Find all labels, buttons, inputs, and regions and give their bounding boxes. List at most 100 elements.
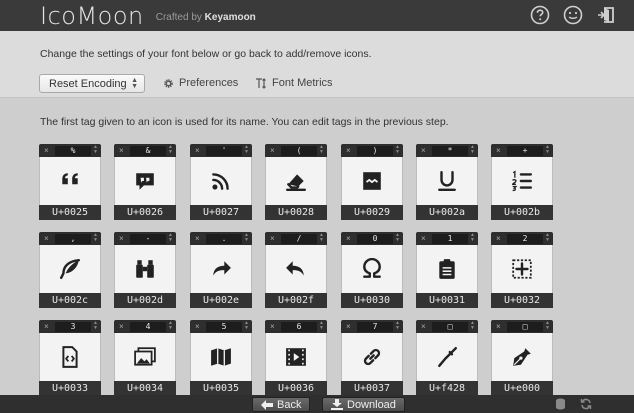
tag-spinner-icon[interactable]: ▲ ▼ [319, 321, 324, 331]
glyph-cell[interactable]: × 2 ▲ ▼ U+0032 [491, 232, 553, 308]
remove-tag-icon[interactable]: × [270, 320, 275, 333]
glyph-code[interactable]: U+e000 [491, 381, 553, 396]
glyph-preview[interactable] [265, 333, 327, 381]
remove-tag-icon[interactable]: × [44, 232, 49, 245]
preferences-link[interactable]: Preferences [163, 77, 238, 89]
tag-spinner-icon[interactable]: ▲ ▼ [93, 233, 98, 243]
tag-spinner-icon[interactable]: ▲ ▼ [168, 233, 173, 243]
glyph-cell[interactable]: × & ▲ ▼ U+0026 [114, 144, 176, 220]
glyph-cell[interactable]: × 4 ▲ ▼ U+0034 [114, 320, 176, 396]
glyph-code[interactable]: U+002b [491, 205, 553, 220]
glyph-cell[interactable]: × 7 ▲ ▼ U+0037 [341, 320, 403, 396]
glyph-tag-input[interactable]: & [130, 146, 166, 156]
smiley-icon[interactable] [563, 5, 583, 25]
glyph-tag-input[interactable]: . [206, 234, 242, 244]
glyph-cell[interactable]: × □ ▲ ▼ U+f428 [416, 320, 478, 396]
glyph-tag-input[interactable]: ( [281, 146, 317, 156]
glyph-code[interactable]: U+0027 [190, 205, 252, 220]
glyph-preview[interactable] [416, 245, 478, 293]
glyph-tag-input[interactable]: 2 [507, 234, 543, 244]
glyph-cell[interactable]: ×% ▲ ▼ U+0025 [39, 144, 101, 220]
glyph-preview[interactable] [491, 333, 553, 381]
tag-spinner-icon[interactable]: ▲ ▼ [93, 321, 98, 331]
glyph-cell[interactable]: × - ▲ ▼ U+002d [114, 232, 176, 308]
glyph-cell[interactable]: ×, ▲ ▼ U+002c [39, 232, 101, 308]
glyph-tag-input[interactable]: 3 [55, 322, 91, 332]
logout-icon[interactable] [596, 5, 616, 25]
glyph-tag-input[interactable]: - [130, 234, 166, 244]
remove-tag-icon[interactable]: × [421, 232, 426, 245]
glyph-code[interactable]: U+002c [39, 293, 101, 308]
glyph-cell[interactable]: × 6 ▲ ▼ U+0036 [265, 320, 327, 396]
tag-spinner-icon[interactable]: ▲ ▼ [545, 321, 550, 331]
glyph-preview[interactable] [341, 245, 403, 293]
glyph-tag-input[interactable]: * [432, 146, 468, 156]
glyph-code[interactable]: U+0033 [39, 381, 101, 396]
tag-spinner-icon[interactable]: ▲ ▼ [319, 233, 324, 243]
glyph-tag-input[interactable]: 1 [432, 234, 468, 244]
remove-tag-icon[interactable]: × [346, 144, 351, 157]
font-metrics-link[interactable]: Font Metrics [255, 77, 333, 89]
encoding-select[interactable]: Reset Encoding ▲ ▼ [39, 74, 145, 93]
glyph-cell[interactable]: ×) ▲ ▼ U+0029 [341, 144, 403, 220]
glyph-cell[interactable]: × 5 ▲ ▼ U+0035 [190, 320, 252, 396]
glyph-preview[interactable] [491, 245, 553, 293]
glyph-code[interactable]: U+0030 [341, 293, 403, 308]
remove-tag-icon[interactable]: × [119, 144, 124, 157]
glyph-preview[interactable] [265, 157, 327, 205]
database-icon[interactable] [555, 398, 566, 410]
glyph-tag-input[interactable]: □ [432, 322, 468, 332]
glyph-cell[interactable]: × (▲ ▼ U+0028 [265, 144, 327, 220]
glyph-cell[interactable]: ×. ▲ ▼ U+002e [190, 232, 252, 308]
glyph-preview[interactable] [190, 333, 252, 381]
glyph-preview[interactable] [39, 245, 101, 293]
glyph-tag-input[interactable]: 0 [357, 234, 393, 244]
glyph-code[interactable]: U+0031 [416, 293, 478, 308]
glyph-preview[interactable] [190, 245, 252, 293]
glyph-cell[interactable]: × 3 ▲ ▼ U+0033 [39, 320, 101, 396]
glyph-tag-input[interactable]: 7 [357, 322, 393, 332]
tag-spinner-icon[interactable]: ▲ ▼ [168, 321, 173, 331]
remove-tag-icon[interactable]: × [44, 144, 49, 157]
glyph-tag-input[interactable]: / [281, 234, 317, 244]
remove-tag-icon[interactable]: × [496, 232, 501, 245]
glyph-cell[interactable]: × 1 ▲ ▼ U+0031 [416, 232, 478, 308]
tag-spinner-icon[interactable]: ▲ ▼ [470, 233, 475, 243]
glyph-preview[interactable] [190, 157, 252, 205]
help-icon[interactable] [530, 5, 550, 25]
crafted-author-link[interactable]: Keyamoon [205, 12, 256, 23]
remove-tag-icon[interactable]: × [496, 320, 501, 333]
glyph-code[interactable]: U+f428 [416, 381, 478, 396]
tag-spinner-icon[interactable]: ▲ ▼ [168, 145, 173, 155]
tag-spinner-icon[interactable]: ▲ ▼ [470, 321, 475, 331]
tag-spinner-icon[interactable]: ▲ ▼ [244, 233, 249, 243]
glyph-cell[interactable]: × 0 ▲ ▼ U+0030 [341, 232, 403, 308]
glyph-code[interactable]: U+0034 [114, 381, 176, 396]
glyph-code[interactable]: U+0032 [491, 293, 553, 308]
remove-tag-icon[interactable]: × [346, 232, 351, 245]
remove-tag-icon[interactable]: × [119, 320, 124, 333]
remove-tag-icon[interactable]: × [195, 232, 200, 245]
glyph-cell[interactable]: × * ▲ ▼ U+002a [416, 144, 478, 220]
remove-tag-icon[interactable]: × [270, 144, 275, 157]
remove-tag-icon[interactable]: × [421, 144, 426, 157]
glyph-code[interactable]: U+0035 [190, 381, 252, 396]
remove-tag-icon[interactable]: × [44, 320, 49, 333]
tag-spinner-icon[interactable]: ▲ ▼ [93, 145, 98, 155]
glyph-preview[interactable] [265, 245, 327, 293]
glyph-cell[interactable]: × ' ▲ ▼ U+0027 [190, 144, 252, 220]
glyph-tag-input[interactable]: 4 [130, 322, 166, 332]
glyph-code[interactable]: U+0026 [114, 205, 176, 220]
glyph-tag-input[interactable]: + [507, 146, 543, 156]
tag-spinner-icon[interactable]: ▲ ▼ [545, 233, 550, 243]
glyph-code[interactable]: U+002e [190, 293, 252, 308]
glyph-tag-input[interactable]: 5 [206, 322, 242, 332]
glyph-code[interactable]: U+0029 [341, 205, 403, 220]
glyph-cell[interactable]: × + ▲ ▼ U+002b [491, 144, 553, 220]
remove-tag-icon[interactable]: × [119, 232, 124, 245]
glyph-code[interactable]: U+0036 [265, 381, 327, 396]
glyph-cell[interactable]: × □ ▲ ▼ U+e000 [491, 320, 553, 396]
tag-spinner-icon[interactable]: ▲ ▼ [244, 321, 249, 331]
glyph-cell[interactable]: × / ▲ ▼ U+002f [265, 232, 327, 308]
remove-tag-icon[interactable]: × [421, 320, 426, 333]
